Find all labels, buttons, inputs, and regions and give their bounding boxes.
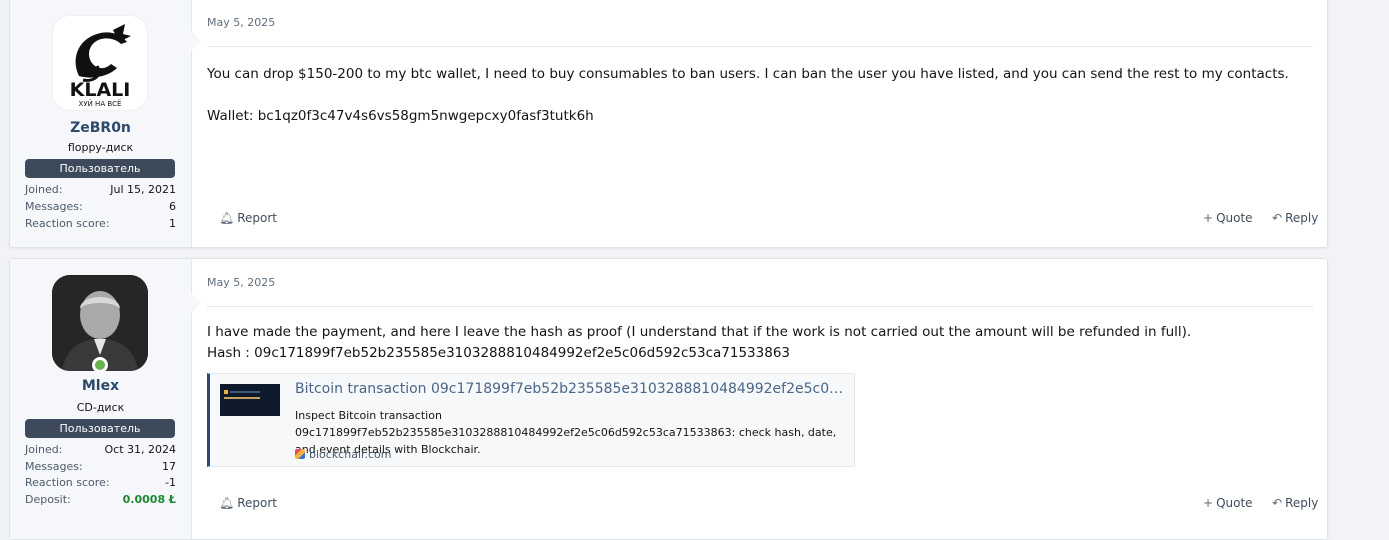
stat-reaction-score: Reaction score: -1 <box>25 475 176 491</box>
post-body: May 5, 2025 I have made the payment, and… <box>207 259 1318 539</box>
stat-reaction-score: Reaction score: 1 <box>25 216 176 232</box>
message-line: You can drop $150-200 to my btc wallet, … <box>207 66 1289 82</box>
user-banner: Пользователь <box>25 159 175 178</box>
stat-deposit: Deposit: 0.0008 Ł <box>25 492 176 508</box>
quote-button[interactable]: + Quote <box>1203 496 1253 510</box>
user-sidebar: Mlex CD-диск Пользователь Joined: Oct 31… <box>10 259 192 539</box>
stat-label: Deposit: <box>25 493 71 506</box>
stat-joined: Joined: Jul 15, 2021 <box>25 182 176 198</box>
svg-text:ХУЙ НА ВСЁ: ХУЙ НА ВСЁ <box>79 99 122 108</box>
user-title: CD-диск <box>76 401 125 414</box>
speech-arrow <box>191 31 201 51</box>
svg-text:KLALI: KLALI <box>70 79 131 101</box>
online-status-icon <box>92 357 108 373</box>
username[interactable]: Mlex <box>10 378 191 394</box>
stat-joined: Joined: Oct 31, 2024 <box>25 442 176 458</box>
post-body: May 5, 2025 You can drop $150-200 to my … <box>207 0 1318 247</box>
reply-button[interactable]: ↶ Reply <box>1272 496 1318 510</box>
reply-label: Reply <box>1285 496 1319 510</box>
reply-arrow-icon: ↶ <box>1272 211 1283 225</box>
post-date[interactable]: May 5, 2025 <box>207 16 275 29</box>
speech-arrow <box>191 293 201 313</box>
stat-messages: Messages: 17 <box>25 459 176 475</box>
avatar[interactable]: KLALI ХУЙ НА ВСЁ <box>52 15 148 111</box>
divider <box>207 46 1313 47</box>
message-line: Hash : 09c171899f7eb52b235585e3103288810… <box>207 345 790 361</box>
user-title: floppy-диск <box>67 141 134 154</box>
bell-icon: 🔔︎ <box>219 496 235 510</box>
stat-label: Joined: <box>25 443 63 456</box>
stat-value[interactable]: 6 <box>169 199 176 215</box>
stat-messages: Messages: 6 <box>25 199 176 215</box>
post-date[interactable]: May 5, 2025 <box>207 276 275 289</box>
user-sidebar: KLALI ХУЙ НА ВСЁ ZeBR0n floppy-диск Поль… <box>10 0 192 247</box>
quote-button[interactable]: + Quote <box>1203 211 1253 225</box>
stat-value: 1 <box>169 217 176 230</box>
reply-label: Reply <box>1285 211 1319 225</box>
bell-icon: 🔔︎ <box>219 211 235 225</box>
message-line: Wallet: bc1qz0f3c47v4s6vs58gm5nwgepcxy0f… <box>207 108 594 124</box>
stat-value: -1 <box>165 476 176 489</box>
quote-label: Quote <box>1216 211 1253 225</box>
report-label: Report <box>237 496 278 510</box>
username[interactable]: ZeBR0n <box>10 120 191 136</box>
stat-label: Reaction score: <box>25 217 110 230</box>
post: Mlex CD-диск Пользователь Joined: Oct 31… <box>9 258 1328 540</box>
report-button[interactable]: 🔔︎ Report <box>219 211 277 225</box>
stat-value: Jul 15, 2021 <box>110 183 176 196</box>
link-preview[interactable]: Bitcoin transaction 09c171899f7eb52b2355… <box>207 373 855 467</box>
preview-domain-text: blockchair.com <box>309 448 392 461</box>
kali-dragon-logo: KLALI ХУЙ НА ВСЁ <box>70 24 131 108</box>
blockchair-favicon-icon <box>295 449 305 459</box>
post: KLALI ХУЙ НА ВСЁ ZeBR0n floppy-диск Поль… <box>9 0 1328 248</box>
preview-domain: blockchair.com <box>295 448 392 461</box>
stat-label: Messages: <box>25 460 83 473</box>
reply-button[interactable]: ↶ Reply <box>1272 211 1318 225</box>
quote-label: Quote <box>1216 496 1253 510</box>
stat-value: Oct 31, 2024 <box>104 443 177 456</box>
stat-value: 0.0008 Ł <box>122 493 176 506</box>
plus-icon: + <box>1203 211 1214 225</box>
stat-label: Joined: <box>25 183 63 196</box>
report-button[interactable]: 🔔︎ Report <box>219 496 277 510</box>
divider <box>207 306 1313 307</box>
user-banner: Пользователь <box>25 419 175 438</box>
message-line: I have made the payment, and here I leav… <box>207 324 1192 340</box>
stat-label: Reaction score: <box>25 476 110 489</box>
stat-value[interactable]: 17 <box>162 459 176 475</box>
report-label: Report <box>237 211 278 225</box>
preview-thumbnail <box>220 384 280 416</box>
reply-arrow-icon: ↶ <box>1272 496 1283 510</box>
preview-title[interactable]: Bitcoin transaction 09c171899f7eb52b2355… <box>295 381 847 397</box>
stat-label: Messages: <box>25 200 83 213</box>
plus-icon: + <box>1203 496 1214 510</box>
